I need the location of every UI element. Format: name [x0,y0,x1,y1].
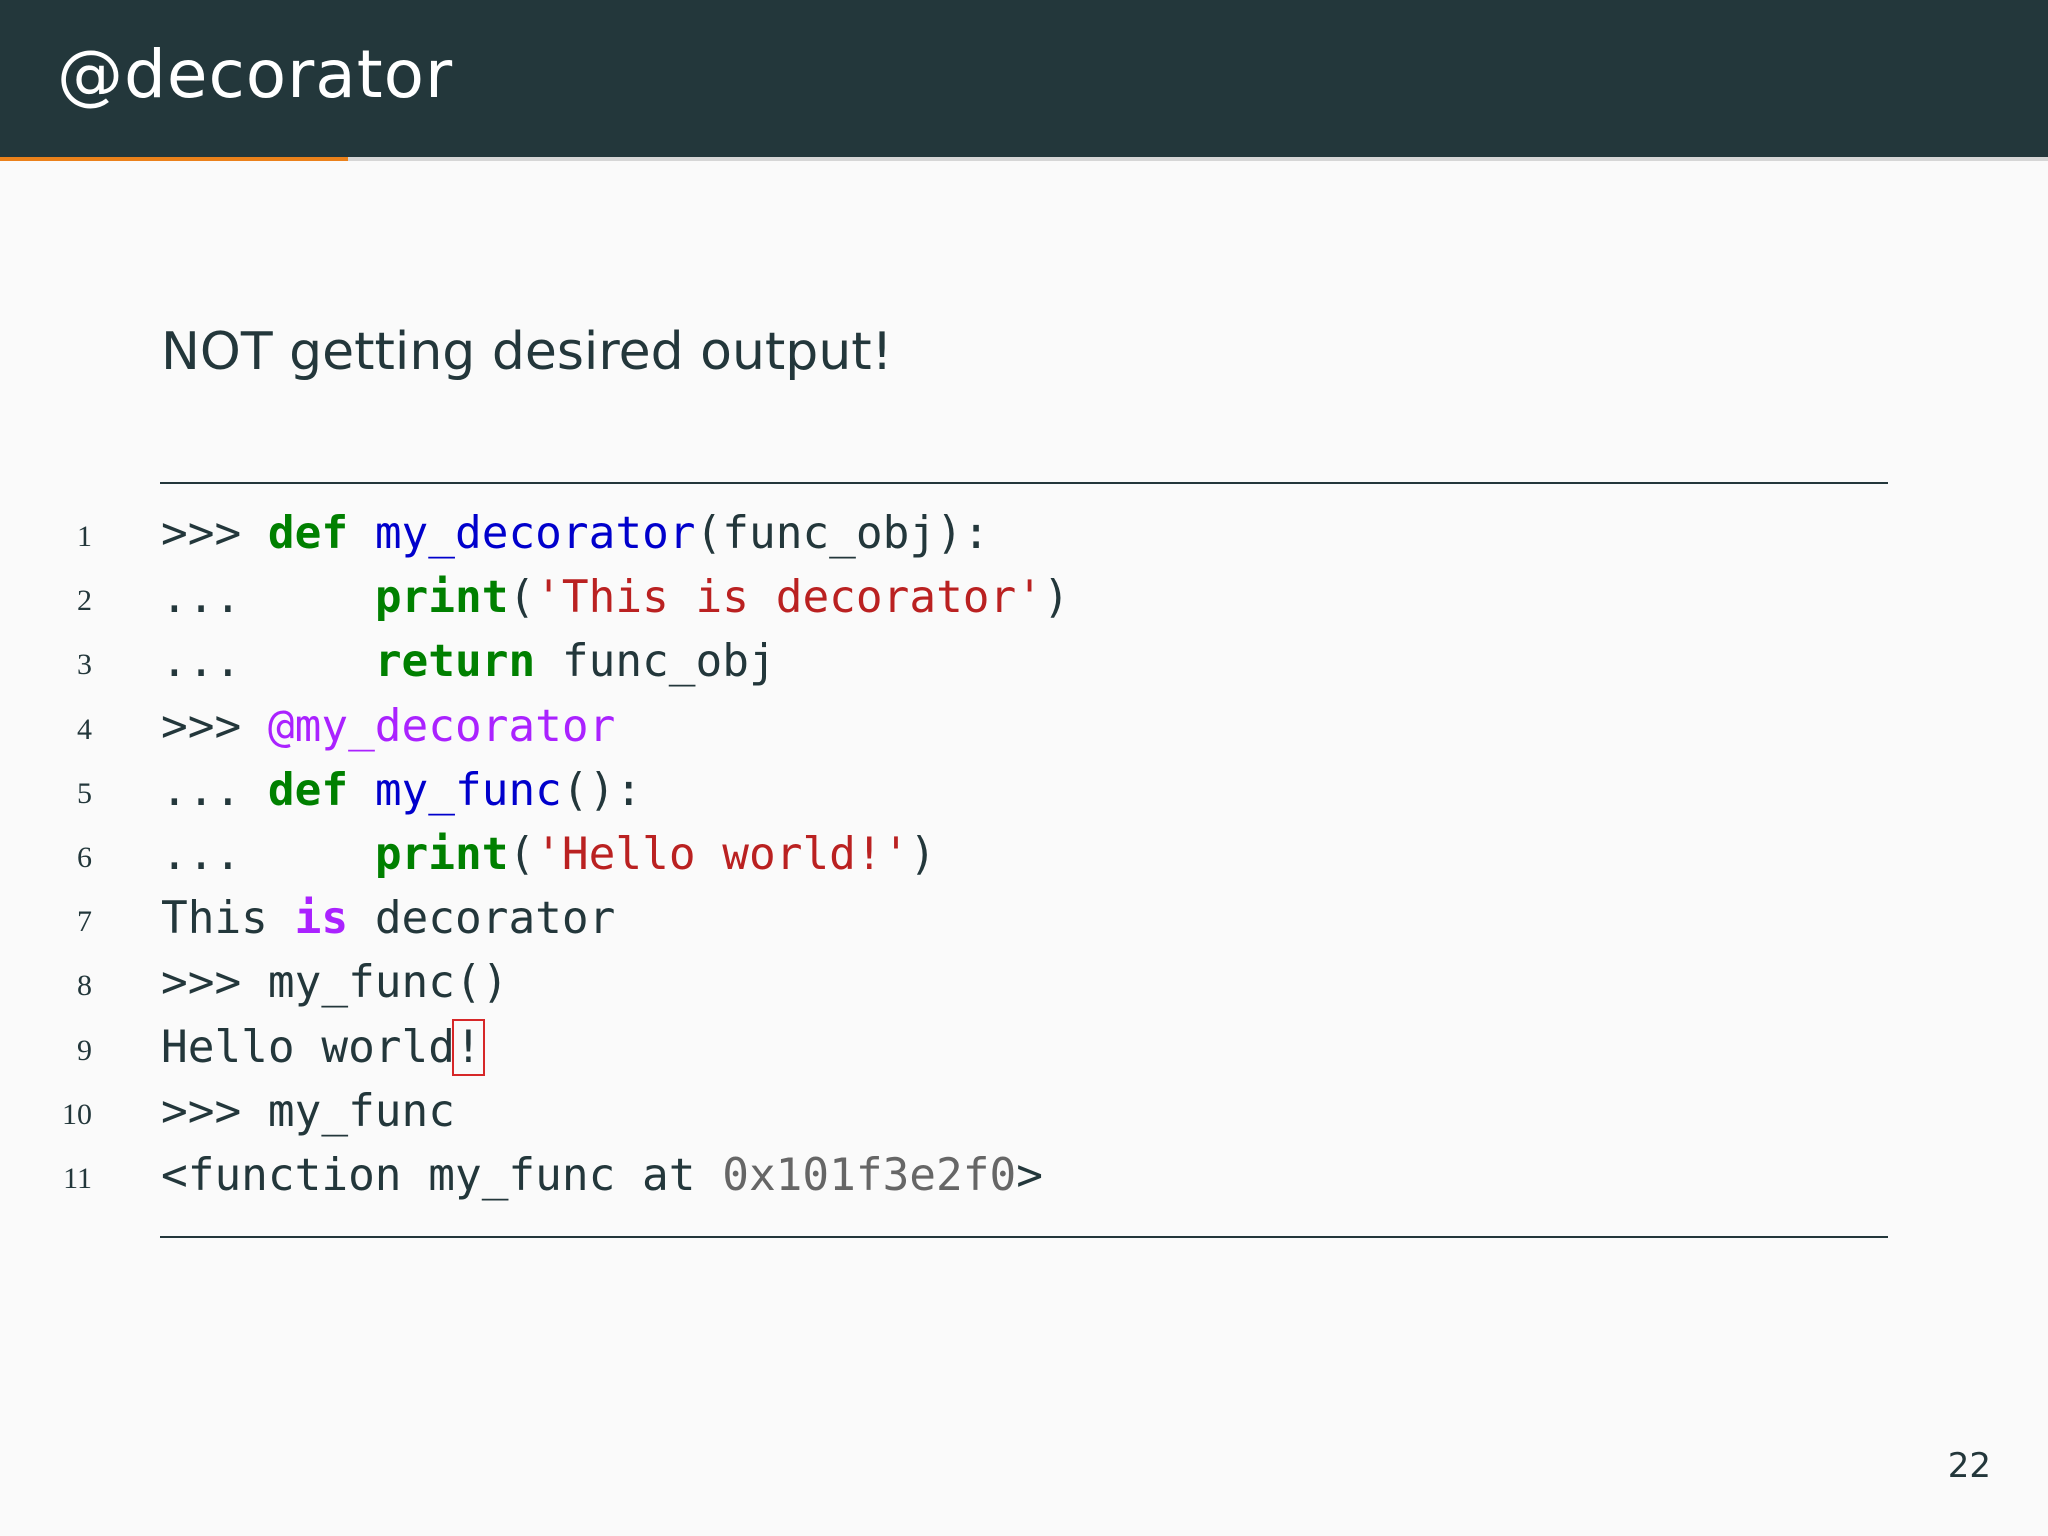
line-number: 9 [77,1033,92,1067]
code-token: func_obj [535,636,776,688]
line-number: 10 [62,1097,92,1131]
code-token: (func_obj): [695,508,990,559]
code-text: >>> @my_decorator [161,695,615,759]
code-token: ( [508,828,536,880]
code-text: ... print('Hello world!') [161,823,936,887]
code-text: ... def my_func(): [161,759,642,823]
code-token: >>> [161,700,268,752]
code-token: ... [161,636,375,688]
code-token: >>> my_func() [161,957,509,1009]
code-token: print [374,828,509,880]
code-text: ... print('This is decorator') [161,566,1070,630]
code-token: def [267,764,349,816]
highlighted-char: ! [452,1018,485,1076]
code-line: 3... return func_obj [0,630,2048,694]
progress-bar [0,157,2048,161]
slide-title: @decorator [57,36,454,113]
code-token: This [161,893,295,945]
code-token: 'This is decorator' [535,572,1043,624]
code-text: >>> my_func() [161,951,508,1015]
code-top-rule [160,482,1888,484]
code-token: ... [161,764,268,816]
code-line: 9 Hello world! [0,1016,2048,1080]
code-token: (): [561,764,643,816]
line-number: 7 [77,905,92,939]
code-text: >>> def my_decorator(func_obj): [161,502,990,566]
code-token: >>> [161,508,268,559]
code-token: my_decorator [374,508,696,559]
slide-header: @decorator [0,0,2048,157]
code-text: This is decorator [161,887,615,951]
line-number: 6 [77,840,92,874]
line-number: 1 [77,520,92,553]
page-number: 22 [1947,1446,1991,1486]
code-line: 2... print('This is decorator') [0,566,2048,630]
line-number: 5 [77,776,92,810]
code-text: Hello world! [161,1016,485,1080]
code-listing: 1 >>> def my_decorator(func_obj): 2... pri… [0,502,2048,1208]
code-line: 5... def my_func(): [0,759,2048,823]
code-token: <function my_func at [161,1149,723,1201]
code-token: ... [161,572,375,624]
code-token: print [374,572,509,624]
code-line: 11 <function my_func at 0x101f3e2f0> [0,1144,2048,1208]
code-line: 7 This is decorator [0,887,2048,951]
code-token: decorator [348,893,616,945]
code-line: 10 >>> my_func [0,1080,2048,1144]
code-token: my_func [374,764,562,816]
code-line: 8 >>> my_func() [0,951,2048,1015]
code-token: return [374,636,536,688]
progress-fill [0,157,349,161]
line-number: 11 [63,1161,92,1195]
line-number: 8 [77,969,92,1003]
code-token: ( [508,572,536,624]
code-token: ) [909,828,937,880]
code-token: 'Hello world!' [535,828,910,880]
code-text: ... return func_obj [161,630,776,694]
code-token: @my_decorator [267,700,616,752]
code-token: ... [161,828,375,880]
slide-subtitle: NOT getting desired output! [161,322,893,382]
line-number: 2 [77,584,92,618]
code-text: >>> my_func [161,1080,455,1144]
line-number: 3 [77,648,92,682]
code-token: Hello world [161,1021,455,1073]
code-token: >>> my_func [161,1085,455,1137]
code-token: ) [1042,572,1070,624]
code-token: 0x101f3e2f0 [722,1149,1017,1201]
code-text: <function my_func at 0x101f3e2f0> [161,1144,1043,1208]
code-line: 4 >>> @my_decorator [0,695,2048,759]
code-line: 1 >>> def my_decorator(func_obj): [0,502,2048,566]
code-token: def [267,508,349,559]
code-token: is [294,893,349,945]
line-number: 4 [77,712,92,746]
code-bottom-rule [160,1236,1888,1238]
code-token: > [1016,1149,1043,1201]
code-line: 6... print('Hello world!') [0,823,2048,887]
